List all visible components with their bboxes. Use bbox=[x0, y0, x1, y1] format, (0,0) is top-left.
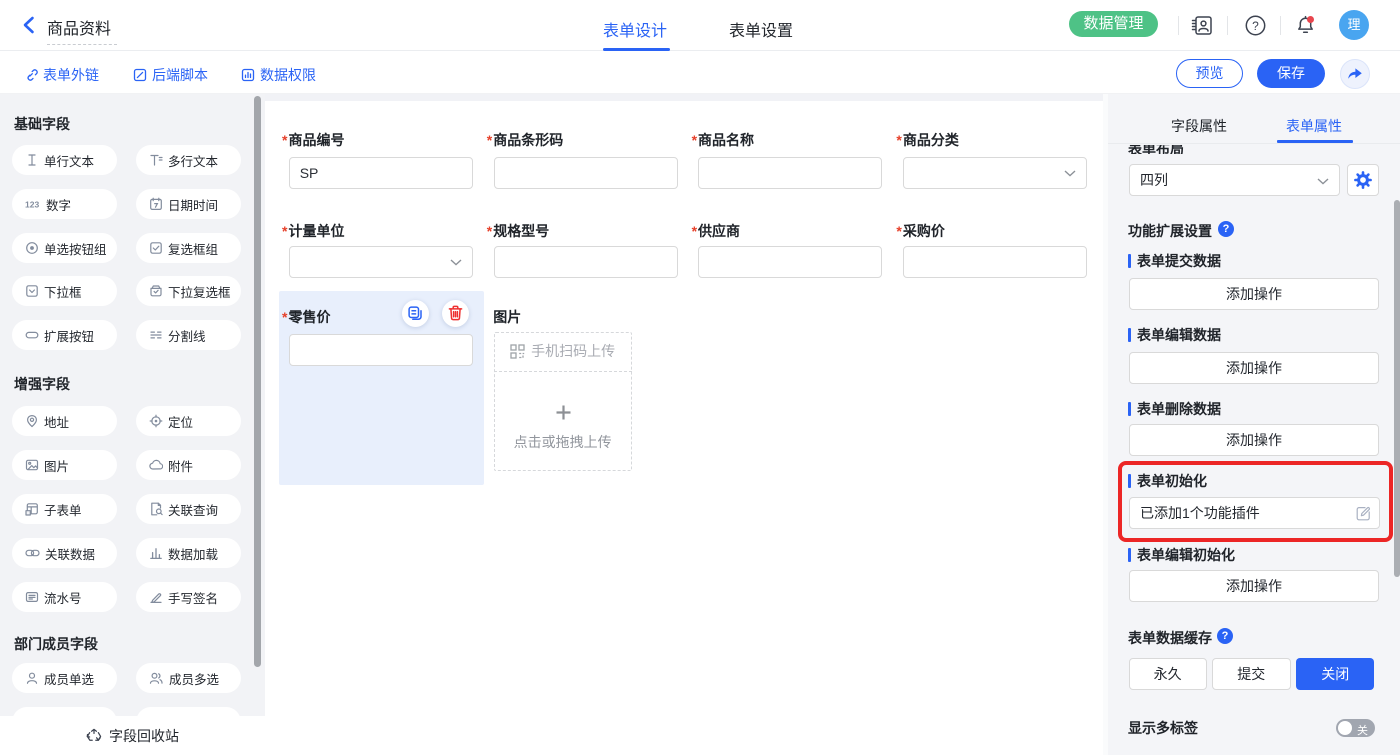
svg-text:123: 123 bbox=[25, 200, 39, 210]
svg-text:?: ? bbox=[1252, 19, 1259, 33]
